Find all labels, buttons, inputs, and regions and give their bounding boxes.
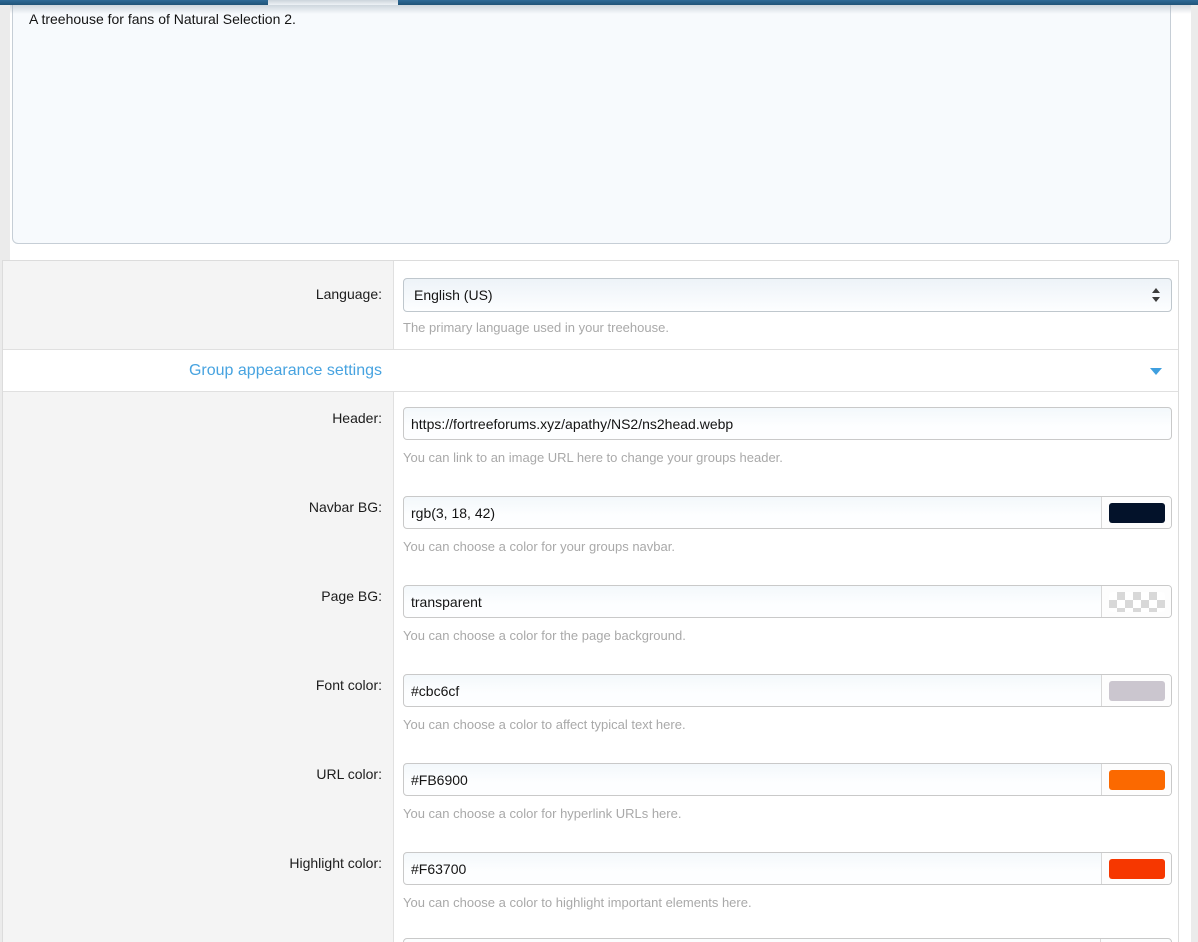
highlight-color-field-group: You can choose a color to highlight impo…: [403, 852, 1172, 910]
font-color-swatch: [1109, 681, 1165, 701]
header-field-group: You can link to an image URL here to cha…: [403, 407, 1172, 465]
page-bg-input[interactable]: [404, 586, 1101, 617]
page-bg-label: Page BG:: [3, 588, 393, 604]
language-select-value: English (US): [414, 279, 493, 311]
collapse-caret-icon[interactable]: [1150, 368, 1162, 375]
appearance-section-title: Group appearance settings: [3, 350, 393, 391]
language-hint: The primary language used in your treeho…: [403, 320, 669, 335]
highlight-color-hint: You can choose a color to highlight impo…: [403, 895, 1172, 910]
page-bg-swatch-area[interactable]: [1101, 586, 1171, 617]
header-label: Header:: [3, 410, 393, 426]
navbar-bg-hint: You can choose a color for your groups n…: [403, 539, 1172, 554]
navbar-bg-input[interactable]: [404, 497, 1101, 528]
font-color-swatch-area[interactable]: [1101, 675, 1171, 706]
header-input[interactable]: [404, 408, 1171, 439]
settings-page: Language: English (US) The primary langu…: [0, 0, 1198, 942]
font-color-field-group: You can choose a color to affect typical…: [403, 674, 1172, 732]
language-label: Language:: [3, 286, 393, 302]
page-bg-transparent-swatch: [1109, 592, 1165, 612]
url-color-swatch-area[interactable]: [1101, 764, 1171, 795]
language-row: Language: English (US) The primary langu…: [3, 261, 1178, 350]
header-hint: You can link to an image URL here to cha…: [403, 450, 1172, 465]
language-select[interactable]: English (US): [403, 278, 1172, 312]
select-arrows-icon: [1152, 288, 1160, 302]
highlight-color-input[interactable]: [404, 853, 1101, 884]
highlight-color-swatch: [1109, 859, 1165, 879]
url-color-swatch: [1109, 770, 1165, 790]
active-tab-indicator[interactable]: [268, 0, 398, 5]
url-color-input[interactable]: [404, 764, 1101, 795]
navbar-bg-swatch-area[interactable]: [1101, 497, 1171, 528]
font-color-input[interactable]: [404, 675, 1101, 706]
settings-form: Language: English (US) The primary langu…: [2, 260, 1179, 942]
next-color-field-partial[interactable]: [403, 938, 1172, 942]
font-color-label: Font color:: [3, 677, 393, 693]
page-bg-field-group: You can choose a color for the page back…: [403, 585, 1172, 643]
highlight-color-swatch-area[interactable]: [1101, 853, 1171, 884]
description-textarea[interactable]: [12, 5, 1171, 244]
appearance-section: Header: Navbar BG: Page BG: Font color: …: [3, 392, 1178, 942]
appearance-header-row: Group appearance settings: [3, 350, 1178, 392]
navbar-bg-field-group: You can choose a color for your groups n…: [403, 496, 1172, 554]
navbar-bg-label: Navbar BG:: [3, 499, 393, 515]
navbar-bg-swatch: [1109, 503, 1165, 523]
url-color-field-group: You can choose a color for hyperlink URL…: [403, 763, 1172, 821]
url-color-label: URL color:: [3, 766, 393, 782]
url-color-hint: You can choose a color for hyperlink URL…: [403, 806, 1172, 821]
font-color-hint: You can choose a color to affect typical…: [403, 717, 1172, 732]
top-tab-bar: [0, 0, 1198, 5]
page-bg-hint: You can choose a color for the page back…: [403, 628, 1172, 643]
highlight-color-label: Highlight color:: [3, 855, 393, 871]
